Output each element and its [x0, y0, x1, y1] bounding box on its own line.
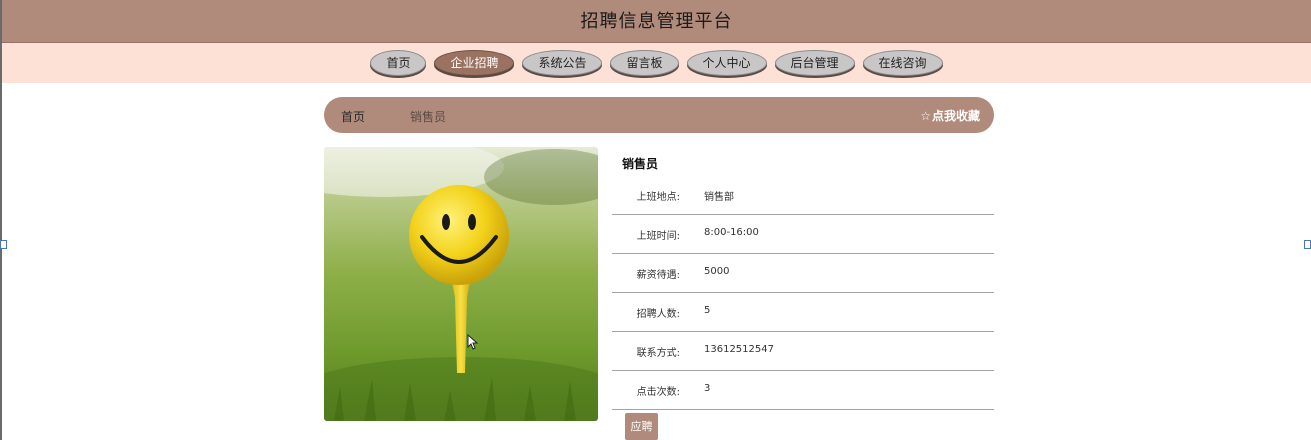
detail-row-salary: 薪资待遇: 5000	[612, 253, 994, 293]
field-value: 5	[704, 305, 711, 316]
field-label: 上班时间:	[636, 231, 680, 242]
breadcrumb-current: 销售员	[410, 110, 447, 124]
field-value: 5000	[704, 266, 730, 277]
field-value: 13612512547	[704, 344, 774, 355]
page: 招聘信息管理平台 首页 企业招聘 系统公告 留言板 个人中心 后台管理 在线咨询…	[0, 0, 1311, 440]
field-label: 点击次数:	[636, 387, 680, 398]
nav-item-announcements[interactable]: 系统公告	[522, 50, 603, 76]
star-outline-icon: ☆	[920, 109, 931, 123]
favorite-label: 点我收藏	[931, 109, 980, 123]
nav-item-personal-center[interactable]: 个人中心	[686, 50, 767, 76]
resize-handle-left[interactable]	[0, 240, 7, 249]
field-value: 3	[704, 383, 711, 394]
nav-item-admin[interactable]: 后台管理	[774, 50, 855, 76]
favorite-button[interactable]: ☆点我收藏	[920, 107, 980, 124]
detail-row-location: 上班地点: 销售部	[612, 175, 994, 215]
field-label: 联系方式:	[636, 348, 680, 359]
detail-row-headcount: 招聘人数: 5	[612, 292, 994, 332]
nav-item-online-consult[interactable]: 在线咨询	[862, 50, 943, 76]
job-title: 销售员	[622, 157, 659, 171]
field-label: 薪资待遇:	[636, 270, 680, 281]
nav-item-message-board[interactable]: 留言板	[610, 50, 679, 76]
detail-row-clicks: 点击次数: 3	[612, 370, 994, 410]
job-image	[324, 147, 598, 421]
field-value: 8:00-16:00	[704, 227, 759, 238]
nav-item-home[interactable]: 首页	[370, 50, 427, 76]
apply-button[interactable]: 应聘	[625, 413, 658, 440]
resize-handle-right[interactable]	[1304, 240, 1311, 249]
main-nav: 首页 企业招聘 系统公告 留言板 个人中心 后台管理 在线咨询	[2, 43, 1311, 83]
breadcrumb: 首页 销售员 ☆点我收藏	[324, 97, 994, 133]
detail-row-hours: 上班时间: 8:00-16:00	[612, 214, 994, 254]
detail-row-contact: 联系方式: 13612512547	[612, 331, 994, 371]
mouse-cursor-icon	[467, 334, 479, 350]
site-title: 招聘信息管理平台	[580, 11, 733, 32]
field-label: 招聘人数:	[636, 309, 680, 320]
site-header: 招聘信息管理平台	[2, 0, 1311, 43]
nav-item-recruitment[interactable]: 企业招聘	[434, 50, 515, 76]
field-value: 销售部	[704, 192, 734, 203]
field-label: 上班地点:	[636, 192, 680, 203]
breadcrumb-home-link[interactable]: 首页	[341, 108, 365, 125]
